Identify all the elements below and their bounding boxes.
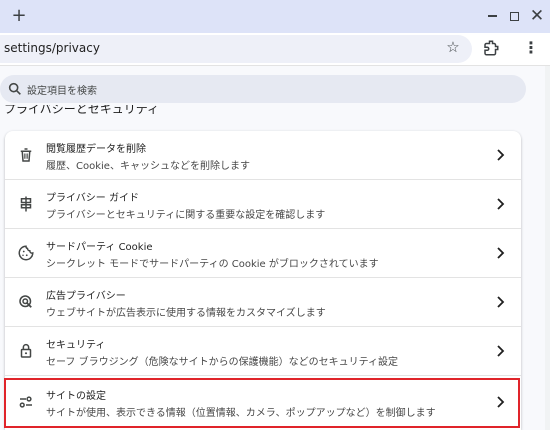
- privacy-guide-icon: [17, 195, 35, 213]
- ad-privacy-icon: [17, 293, 35, 311]
- url-text[interactable]: settings/privacy: [4, 41, 100, 55]
- cookie-icon: [17, 244, 35, 262]
- list-item[interactable]: プライバシー ガイド プライバシーとセキュリティに関する重要な設定を確認します: [5, 180, 521, 229]
- star-icon[interactable]: ☆: [442, 36, 464, 58]
- list-item[interactable]: サイトの設定 サイトが使用、表示できる情報（位置情報、カメラ、ポップアップなど）…: [5, 378, 521, 427]
- item-subtitle: サイトが使用、表示できる情報（位置情報、カメラ、ポップアップなど）を制御します: [46, 408, 436, 419]
- list-item[interactable]: 閲覧履歴データを削除 履歴、Cookie、キャッシュなどを削除します: [5, 131, 521, 180]
- title-bar: + ✕: [0, 0, 550, 33]
- chevron-right-icon: [492, 245, 508, 261]
- chevron-right-icon: [492, 343, 508, 359]
- privacy-card: 閲覧履歴データを削除 履歴、Cookie、キャッシュなどを削除します プライバシ…: [5, 131, 521, 430]
- maximize-icon[interactable]: [503, 5, 525, 27]
- search-input[interactable]: 設定項目を検索: [27, 82, 97, 97]
- extensions-icon[interactable]: [482, 39, 504, 61]
- item-subtitle: セーフ ブラウジング（危険なサイトからの保護機能）などのセキュリティ設定: [46, 357, 398, 368]
- item-title: 広告プライバシー: [46, 291, 126, 302]
- lock-icon: [17, 342, 35, 360]
- trash-icon: [17, 146, 35, 164]
- list-item[interactable]: サードパーティ Cookie シークレット モードでサードパーティの Cooki…: [5, 229, 521, 278]
- plus-icon[interactable]: +: [8, 5, 30, 27]
- scrollbar[interactable]: [545, 66, 550, 430]
- search-icon: [7, 81, 23, 97]
- close-icon[interactable]: ✕: [526, 5, 548, 27]
- item-title: サイトの設定: [46, 391, 106, 402]
- minimize-icon[interactable]: [481, 5, 503, 27]
- chevron-right-icon: [492, 294, 508, 310]
- browser-toolbar: settings/privacy ☆ ⋮: [0, 33, 550, 65]
- list-item[interactable]: 広告プライバシー ウェブサイトが広告表示に使用する情報をカスタマイズします: [5, 278, 521, 327]
- item-title: プライバシー ガイド: [46, 193, 139, 204]
- item-title: サードパーティ Cookie: [46, 242, 153, 253]
- address-bar[interactable]: settings/privacy: [0, 35, 472, 63]
- list-item[interactable]: セキュリティ セーフ ブラウジング（危険なサイトからの保護機能）などのセキュリテ…: [5, 327, 521, 376]
- item-title: セキュリティ: [46, 340, 106, 351]
- item-subtitle: シークレット モードでサードパーティの Cookie がブロックされています: [46, 259, 379, 270]
- site-settings-icon: [17, 393, 35, 411]
- chevron-right-icon: [492, 196, 508, 212]
- more-menu-icon[interactable]: ⋮: [520, 39, 542, 61]
- settings-search[interactable]: 設定項目を検索: [0, 75, 526, 103]
- item-subtitle: 履歴、Cookie、キャッシュなどを削除します: [46, 161, 250, 172]
- chevron-right-icon: [492, 394, 508, 410]
- chevron-right-icon: [492, 147, 508, 163]
- item-title: 閲覧履歴データを削除: [46, 144, 146, 155]
- item-subtitle: プライバシーとセキュリティに関する重要な設定を確認します: [46, 210, 326, 221]
- item-subtitle: ウェブサイトが広告表示に使用する情報をカスタマイズします: [46, 308, 326, 319]
- section-title: プライバシーとセキュリティ: [4, 105, 160, 116]
